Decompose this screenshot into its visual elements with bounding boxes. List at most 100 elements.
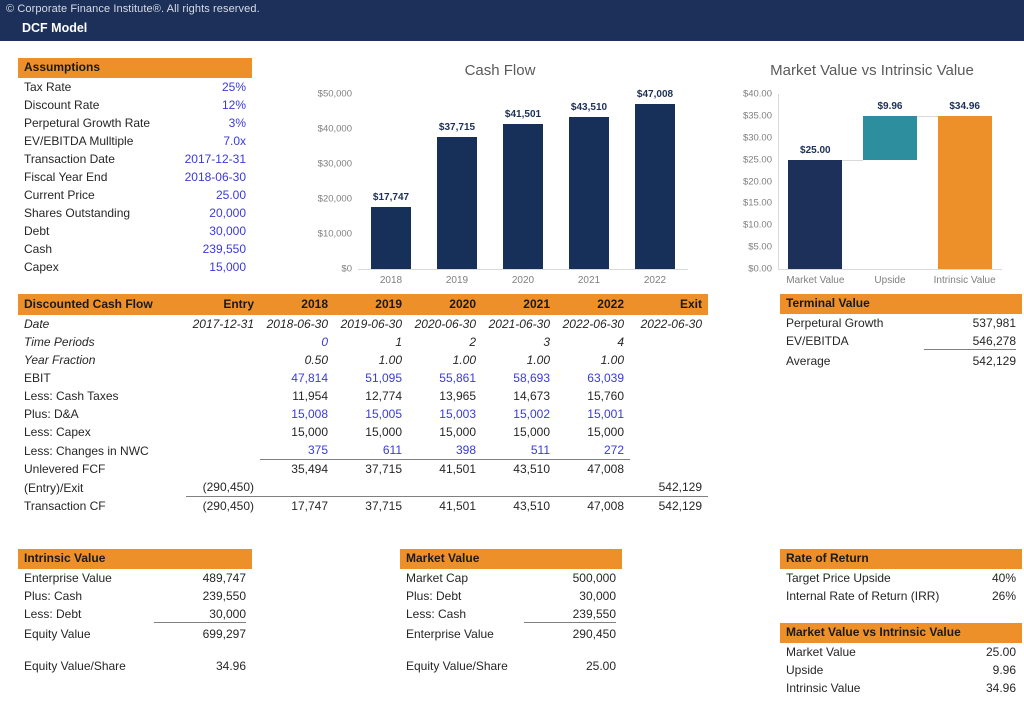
dcf-cell: 15,005	[365, 407, 402, 421]
assumption-row: Capex 15,000	[18, 258, 252, 276]
dcf-cell: 15,000	[439, 425, 476, 439]
terminal-value-rows: Perpetural Growth 537,981 EV/EBITDA 546,278…	[780, 314, 1022, 370]
waterfall-bar	[863, 116, 917, 160]
intrinsic-value-row: Equity Value 699,297	[18, 625, 252, 643]
dcf-column-header: 2020	[408, 294, 482, 315]
intrinsic-value-row: Enterprise Value 489,747	[18, 569, 252, 587]
rate-of-return-row: Target Price Upside 40%	[780, 569, 1022, 587]
cash-flow-bar-label: $43,510	[570, 101, 608, 113]
assumptions-rows: Tax Rate 25% Discount Rate 12% Perpetural Gr…	[18, 78, 252, 276]
dcf-cell	[260, 478, 334, 497]
dcf-cell: 37,715	[365, 462, 402, 476]
assumption-value: 239,550	[202, 242, 246, 256]
dcf-cell: 55,861	[439, 371, 476, 385]
dcf-cell	[186, 333, 260, 351]
assumption-row: Perpetural Growth Rate 3%	[18, 114, 252, 132]
terminal-value-row: Perpetural Growth 537,981	[780, 314, 1022, 332]
dcf-cell: 17,747	[291, 499, 328, 513]
assumption-label: Shares Outstanding	[24, 206, 131, 220]
dcf-cell	[482, 478, 556, 497]
terminal-value-header: Terminal Value	[780, 294, 1022, 314]
waterfall-y-tick: $15.00	[742, 197, 772, 209]
cash-flow-bar-label: $17,747	[372, 191, 410, 203]
cash-flow-bar	[568, 116, 610, 269]
dcf-cell: 43,510	[513, 499, 550, 513]
dcf-cell	[408, 478, 482, 497]
dcf-cell: 2018-06-30	[266, 317, 328, 331]
rate-of-return-value: 26%	[991, 589, 1016, 603]
table-row: Plus: D&A 15,008 15,005 15,003 15,002 15,001	[18, 405, 708, 423]
terminal-value-panel: Terminal Value Perpetural Growth 537,981 E…	[780, 294, 1022, 370]
intrinsic-value-per-share-value: 34.96	[215, 659, 246, 673]
market-value-per-share-row: Equity Value/Share 25.00	[400, 657, 622, 675]
cash-flow-y-tick: $30,000	[317, 158, 352, 170]
dcf-table: Discounted Cash Flow Entry 2018 2019 2020 202…	[18, 294, 708, 515]
market-value-per-share-value: 25.00	[585, 659, 616, 673]
assumption-value: 30,000	[209, 224, 246, 238]
dcf-cell	[186, 405, 260, 423]
assumption-value: 2018-06-30	[184, 170, 246, 184]
intrinsic-value-value: 699,297	[202, 627, 246, 641]
dcf-cell	[630, 387, 708, 405]
market-value-value: 290,450	[572, 627, 616, 641]
market-vs-intrinsic-value-label: Intrinsic Value	[786, 681, 861, 695]
assumption-label: Current Price	[24, 188, 95, 202]
dcf-row-label: Unlevered FCF	[24, 462, 106, 476]
market-vs-intrinsic-value-panel: Market Value vs Intrinsic Value Market V…	[780, 623, 1022, 697]
market-vs-intrinsic-value-row: Upside 9.96	[780, 661, 1022, 679]
rate-of-return-label: Target Price Upside	[786, 571, 891, 585]
dcf-cell: 15,000	[513, 425, 550, 439]
cash-flow-bar-label: $37,715	[438, 121, 476, 133]
dcf-cell	[186, 441, 260, 460]
waterfall-bar-label: $9.96	[877, 101, 903, 113]
dcf-cell: 2022-06-30	[562, 317, 624, 331]
rate-of-return-row: Internal Rate of Return (IRR) 26%	[780, 587, 1022, 605]
waterfall-y-tick: $35.00	[742, 110, 772, 122]
rate-of-return-header: Rate of Return	[780, 549, 1022, 569]
dcf-cell	[186, 369, 260, 387]
terminal-value-value: 537,981	[972, 316, 1016, 330]
waterfall-connector	[916, 116, 938, 118]
table-row: Transaction CF (290,450) 17,747 37,715 41,50…	[18, 497, 708, 516]
dcf-row-label: EBIT	[24, 371, 51, 385]
intrinsic-value-row: Less: Debt 30,000	[18, 605, 252, 625]
market-value-label: Plus: Debt	[406, 589, 462, 603]
dcf-column-header: 2019	[334, 294, 408, 315]
assumption-label: EV/EBITDA Mulltiple	[24, 134, 134, 148]
dcf-cell: 2019-06-30	[340, 317, 402, 331]
dcf-row-label: Transaction CF	[24, 499, 106, 513]
cash-flow-y-tick: $10,000	[317, 228, 352, 240]
dcf-cell: 47,814	[291, 371, 328, 385]
dcf-row-label: Plus: D&A	[24, 407, 79, 421]
market-vs-intrinsic-value-value: 34.96	[985, 681, 1016, 695]
dcf-header-row: Discounted Cash Flow Entry 2018 2019 2020 202…	[18, 294, 708, 315]
market-vs-intrinsic-value-label: Upside	[786, 663, 824, 677]
waterfall-y-tick: $25.00	[742, 154, 772, 166]
waterfall-x-tick: Intrinsic Value	[933, 275, 996, 286]
assumption-label: Cash	[24, 242, 53, 256]
assumption-value: 12%	[221, 98, 246, 112]
cash-flow-bar	[436, 136, 478, 269]
market-vs-intrinsic-value-row: Intrinsic Value 34.96	[780, 679, 1022, 697]
dcf-cell	[186, 387, 260, 405]
intrinsic-value-label: Less: Debt	[24, 607, 82, 621]
market-value-value: 30,000	[579, 589, 616, 603]
dcf-cell	[630, 369, 708, 387]
dcf-row-label: Date	[24, 317, 50, 331]
dcf-cell	[630, 423, 708, 441]
dcf-table-head: Discounted Cash Flow Entry 2018 2019 2020 202…	[18, 294, 708, 315]
dcf-cell: 542,129	[658, 499, 702, 513]
assumption-label: Transaction Date	[24, 152, 115, 166]
dcf-cell	[630, 333, 708, 351]
intrinsic-value-value: 489,747	[202, 571, 246, 585]
market-vs-intrinsic-chart: Market Value vs Intrinsic Value $0.00 $5.…	[722, 62, 1022, 290]
dcf-cell: (290,450)	[186, 478, 260, 497]
dcf-cell: 15,008	[291, 407, 328, 421]
terminal-value-label: Average	[786, 354, 831, 368]
dcf-cell: (290,450)	[202, 499, 254, 513]
waterfall-x-tick: Upside	[874, 275, 906, 286]
dcf-cell: 15,000	[365, 425, 402, 439]
dcf-cell: 58,693	[513, 371, 550, 385]
dcf-cell: 13,965	[439, 389, 476, 403]
dcf-column-header: Exit	[630, 294, 708, 315]
